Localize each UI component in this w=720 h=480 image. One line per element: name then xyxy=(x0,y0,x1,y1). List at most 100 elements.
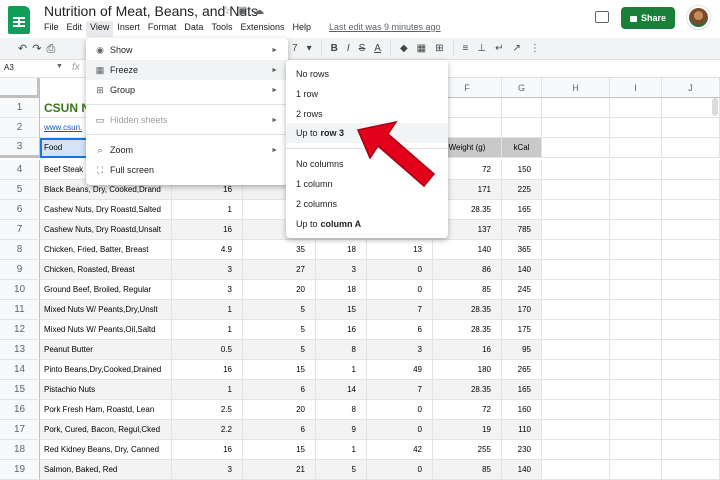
fill-color-icon[interactable]: ◆ xyxy=(400,43,408,54)
value-cell[interactable]: 19 xyxy=(433,420,502,440)
header-kcal-cell[interactable]: kCal xyxy=(502,138,542,158)
food-name-cell[interactable]: Mixed Nuts W/ Peants,Dry,Unslt xyxy=(40,300,172,320)
grid-cell[interactable] xyxy=(542,118,610,138)
value-cell[interactable]: 49 xyxy=(367,360,433,380)
value-cell[interactable]: 86 xyxy=(433,260,502,280)
value-cell[interactable]: 20 xyxy=(243,280,316,300)
value-cell[interactable]: 150 xyxy=(502,160,542,180)
row-header-11[interactable]: 11 xyxy=(0,300,40,320)
value-cell[interactable]: 0 xyxy=(367,420,433,440)
value-cell[interactable]: 6 xyxy=(367,320,433,340)
cloud-status-icon[interactable]: ☁ xyxy=(253,5,270,17)
grid-cell[interactable] xyxy=(662,380,720,400)
menu-format[interactable]: Format xyxy=(144,21,181,37)
value-cell[interactable]: 170 xyxy=(502,300,542,320)
value-cell[interactable]: 1 xyxy=(172,300,243,320)
row-header-6[interactable]: 6 xyxy=(0,200,40,220)
food-name-cell[interactable]: Cashew Nuts, Dry Roastd,Salted xyxy=(40,200,172,220)
row-header-16[interactable]: 16 xyxy=(0,400,40,420)
menu-item-zoom[interactable]: ⌕ Zoom ► xyxy=(86,140,288,160)
grid-cell[interactable] xyxy=(662,400,720,420)
grid-cell[interactable] xyxy=(542,160,610,180)
row-header-8[interactable]: 8 xyxy=(0,240,40,260)
grid-cell[interactable] xyxy=(542,440,610,460)
grid-cell[interactable] xyxy=(542,260,610,280)
row-header-14[interactable]: 14 xyxy=(0,360,40,380)
grid-cell[interactable] xyxy=(610,320,662,340)
font-size-field[interactable]: 7 xyxy=(292,43,298,54)
grid-cell[interactable] xyxy=(610,160,662,180)
menu-view[interactable]: View xyxy=(86,21,114,37)
row-header-2[interactable]: 2 xyxy=(0,118,40,138)
value-cell[interactable]: 5 xyxy=(243,340,316,360)
value-cell[interactable]: 140 xyxy=(502,260,542,280)
value-cell[interactable]: 15 xyxy=(243,360,316,380)
row-header-18[interactable]: 18 xyxy=(0,440,40,460)
last-edit-link[interactable]: Last edit was 9 minutes ago xyxy=(325,21,445,37)
value-cell[interactable]: 6 xyxy=(243,380,316,400)
grid-cell[interactable] xyxy=(662,280,720,300)
grid-cell[interactable] xyxy=(662,160,720,180)
food-name-cell[interactable]: Cashew Nuts, Dry Roastd,Unsalt xyxy=(40,220,172,240)
row-header-12[interactable]: 12 xyxy=(0,320,40,340)
value-cell[interactable]: 365 xyxy=(502,240,542,260)
toolbar-left-icons[interactable]: ↶↷⎙ xyxy=(18,42,60,56)
value-cell[interactable]: 35 xyxy=(243,240,316,260)
grid-cell[interactable] xyxy=(610,260,662,280)
comment-icon[interactable] xyxy=(595,11,609,23)
row-header-4[interactable]: 4 xyxy=(0,160,40,180)
value-cell[interactable]: 15 xyxy=(243,440,316,460)
grid-cell[interactable] xyxy=(610,118,662,138)
value-cell[interactable]: 16 xyxy=(172,360,243,380)
food-name-cell[interactable]: Red Kidney Beans, Dry, Canned xyxy=(40,440,172,460)
grid-cell[interactable] xyxy=(542,460,610,480)
row-header-5[interactable]: 5 xyxy=(0,180,40,200)
food-name-cell[interactable]: Pinto Beans,Dry,Cooked,Drained xyxy=(40,360,172,380)
borders-icon[interactable]: ▦ xyxy=(417,43,426,54)
grid-cell[interactable] xyxy=(542,400,610,420)
food-name-cell[interactable]: Pork, Cured, Bacon, Regul,Cked xyxy=(40,420,172,440)
food-name-cell[interactable]: Pork Fresh Ham, Roastd, Lean xyxy=(40,400,172,420)
food-name-cell[interactable]: Mixed Nuts W/ Peants,Oil,Saltd xyxy=(40,320,172,340)
italic-button[interactable]: I xyxy=(347,43,350,54)
grid-cell[interactable] xyxy=(502,118,542,138)
name-box[interactable]: A3 xyxy=(4,63,14,72)
value-cell[interactable]: 14 xyxy=(316,380,367,400)
value-cell[interactable]: 3 xyxy=(316,260,367,280)
undo-icon[interactable]: ↶ xyxy=(18,43,32,55)
value-cell[interactable]: 28.35 xyxy=(433,320,502,340)
value-cell[interactable]: 0 xyxy=(367,400,433,420)
grid-cell[interactable] xyxy=(610,360,662,380)
grid-cell[interactable] xyxy=(542,300,610,320)
row-header-13[interactable]: 13 xyxy=(0,340,40,360)
value-cell[interactable]: 3 xyxy=(172,460,243,480)
value-cell[interactable]: 13 xyxy=(367,240,433,260)
value-cell[interactable]: 5 xyxy=(243,320,316,340)
move-folder-icon[interactable]: ▣ xyxy=(237,5,253,17)
menu-edit[interactable]: Edit xyxy=(63,21,87,37)
value-cell[interactable]: 245 xyxy=(502,280,542,300)
grid-cell[interactable] xyxy=(662,320,720,340)
grid-cell[interactable] xyxy=(662,220,720,240)
grid-cell[interactable] xyxy=(542,180,610,200)
value-cell[interactable]: 85 xyxy=(433,280,502,300)
grid-cell[interactable] xyxy=(610,240,662,260)
star-icon[interactable]: ☆ xyxy=(221,5,237,17)
food-name-cell[interactable]: Chicken, Roasted, Breast xyxy=(40,260,172,280)
grid-cell[interactable] xyxy=(542,380,610,400)
value-cell[interactable]: 180 xyxy=(433,360,502,380)
menu-help[interactable]: Help xyxy=(288,21,315,37)
freeze-up-to-column-a[interactable]: Up to column A xyxy=(286,214,448,234)
more-icon[interactable]: ⋮ xyxy=(530,43,540,54)
food-name-cell[interactable]: Chicken, Fried, Batter, Breast xyxy=(40,240,172,260)
value-cell[interactable]: 140 xyxy=(433,240,502,260)
grid-cell[interactable] xyxy=(610,380,662,400)
value-cell[interactable]: 6 xyxy=(243,420,316,440)
grid-cell[interactable] xyxy=(662,340,720,360)
row-header-9[interactable]: 9 xyxy=(0,260,40,280)
grid-cell[interactable] xyxy=(542,138,610,158)
value-cell[interactable]: 28.35 xyxy=(433,380,502,400)
rotate-icon[interactable]: ↗ xyxy=(512,43,520,54)
grid-cell[interactable] xyxy=(610,138,662,158)
value-cell[interactable]: 9 xyxy=(316,420,367,440)
